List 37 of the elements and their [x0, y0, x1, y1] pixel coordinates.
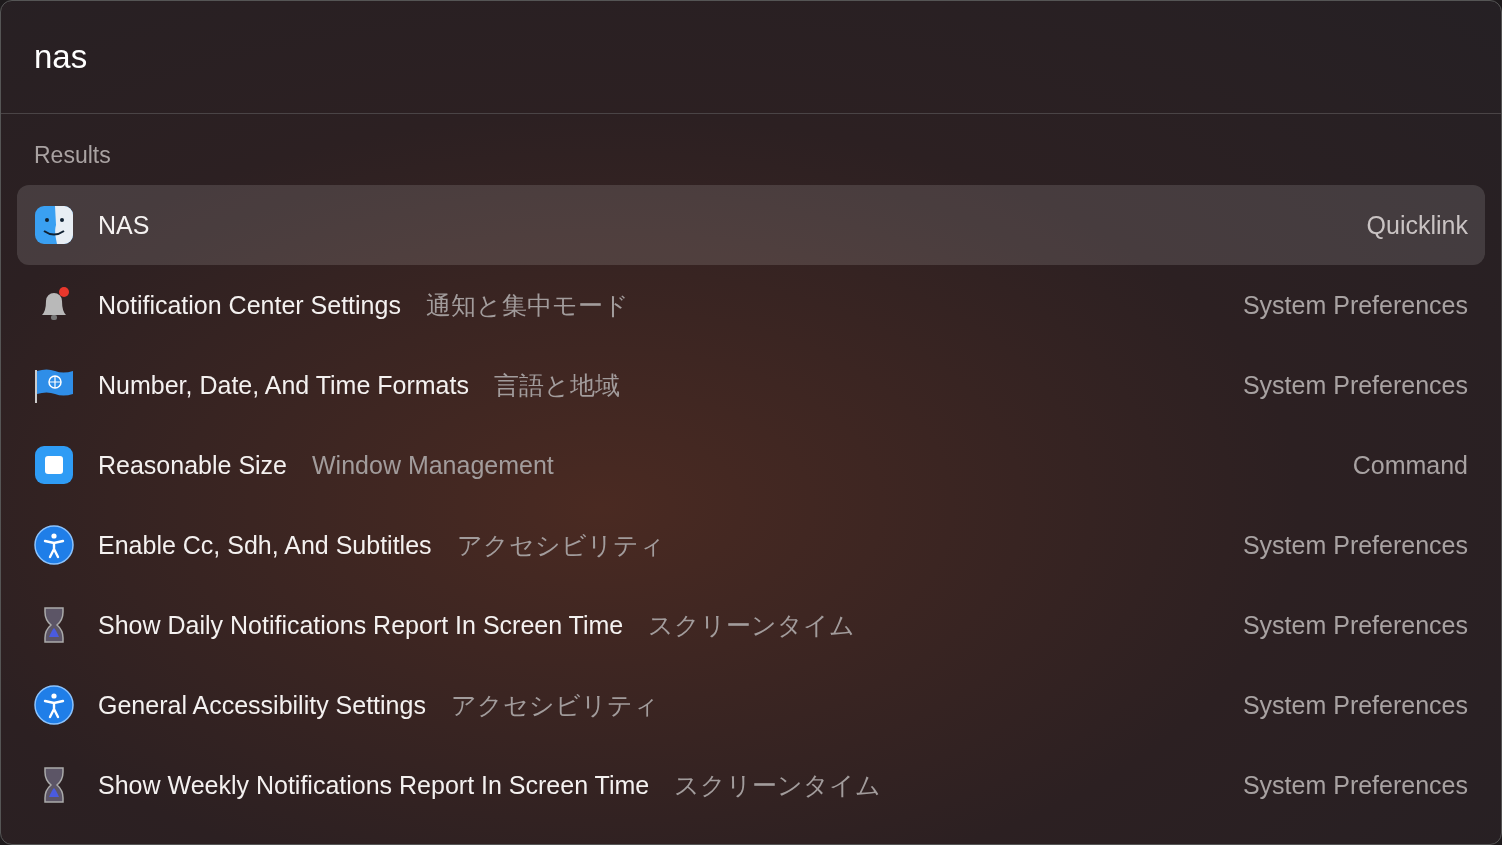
result-item[interactable]: NAS Quicklink [17, 185, 1485, 265]
result-subtitle: スクリーンタイム [674, 769, 882, 801]
accessibility-icon [34, 685, 74, 725]
result-item[interactable]: Reasonable Size Window Management Command [17, 425, 1485, 505]
result-subtitle: アクセシビリティ [450, 689, 659, 721]
result-title: Reasonable Size [98, 450, 287, 480]
result-title: General Accessibility Settings [98, 690, 426, 720]
result-subtitle: 通知と集中モード [425, 289, 629, 321]
result-type: System Preferences [1242, 370, 1468, 400]
result-title: NAS [98, 210, 150, 240]
result-type: System Preferences [1242, 290, 1468, 320]
smiling-face-icon [34, 205, 74, 245]
result-type: System Preferences [1242, 610, 1468, 640]
result-item[interactable]: Enable Cc, Sdh, And Subtitles アクセシビリティ System Preferences [17, 505, 1485, 585]
result-subtitle: スクリーンタイム [648, 609, 856, 641]
result-item[interactable]: Show Weekly Notifications Report In Screen Time スクリーンタイム System Preferences [17, 745, 1485, 825]
result-type: System Preferences [1242, 690, 1468, 720]
result-title: Notification Center Settings [98, 290, 401, 320]
result-subtitle: 言語と地域 [494, 369, 620, 401]
result-title: Show Daily Notifications Report In Screen Time [98, 610, 624, 640]
result-title: Number, Date, And Time Formats [98, 370, 469, 400]
accessibility-icon [34, 525, 74, 565]
result-title: Show Weekly Notifications Report In Screen Time [98, 770, 650, 800]
result-type: Command [1352, 450, 1468, 480]
result-title: Enable Cc, Sdh, And Subtitles [98, 530, 432, 560]
result-item[interactable]: Notification Center Settings 通知と集中モード System Preferences [17, 265, 1485, 345]
result-subtitle: アクセシビリティ [456, 529, 665, 561]
result-type: Quicklink [1366, 210, 1468, 240]
result-type: System Preferences [1242, 770, 1468, 800]
square-icon [34, 445, 74, 485]
section-title: Results [33, 141, 112, 170]
result-item[interactable]: General Accessibility Settings アクセシビリティ System Preferences [17, 665, 1485, 745]
result-type: System Preferences [1242, 530, 1468, 560]
result-item[interactable]: Show Daily Notifications Report In Screen Time スクリーンタイム System Preferences [17, 585, 1485, 665]
search-field[interactable]: nas [34, 38, 634, 76]
result-subtitle: Window Management [312, 450, 554, 480]
result-item[interactable]: Number, Date, And Time Formats 言語と地域 System Preferences [17, 345, 1485, 425]
